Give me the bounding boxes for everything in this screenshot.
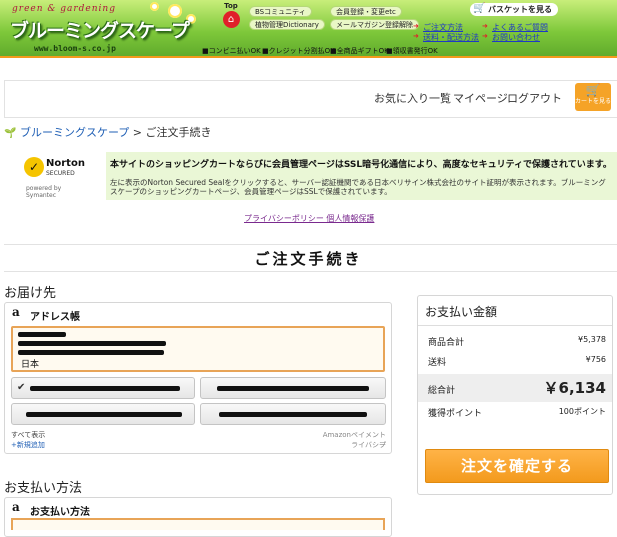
shipping-value: ¥756 — [585, 355, 606, 364]
home-icon: ⌂ — [222, 11, 240, 28]
breadcrumb-separator: > — [132, 126, 143, 139]
amazon-privacy-link[interactable]: ライバシー — [316, 440, 386, 450]
privacy-policy-link[interactable]: プライバシーポリシー 個人情報保護 — [244, 213, 374, 224]
cart-icon: 🛒 — [585, 83, 601, 97]
subtotal-value: ¥5,378 — [578, 335, 606, 344]
newsletter-link[interactable]: メールマガジン登録解除 — [330, 19, 419, 30]
norton-secured: SECURED — [46, 170, 75, 177]
address-option-4[interactable] — [200, 403, 386, 425]
address-book-title: アドレス帳 — [30, 312, 80, 323]
summary-title: お支払い金額 — [425, 305, 498, 319]
check-icon: ✔ — [17, 382, 26, 393]
points-label: 獲得ポイント — [428, 409, 483, 419]
redacted-text — [217, 386, 369, 391]
basket-label: バスケットを見る — [488, 5, 552, 14]
ssl-title: 本サイトのショッピングカートならびに会員管理ページはSSL暗号化通信により、高度… — [110, 160, 612, 170]
feature-item: ■コンビニ払いOK — [202, 47, 261, 55]
logo-tagline: green & gardening — [12, 4, 116, 14]
points-row: 獲得ポイント 100ポイント — [418, 401, 612, 423]
subtotal-label: 商品合計 — [428, 338, 465, 348]
redacted-text — [18, 350, 164, 355]
points-value: 100ポイント — [558, 407, 606, 416]
ssl-description: 左に表示のNorton Secured Sealをクリックすると、サーバー認証機… — [110, 178, 606, 196]
logout-link[interactable]: ログアウト — [507, 90, 562, 106]
view-basket-button[interactable]: 🛒 バスケットを見る — [470, 3, 558, 16]
mypage-link[interactable]: マイページ — [453, 90, 508, 106]
norton-seal[interactable]: ✓ Norton SECURED powered by Symantec — [24, 155, 88, 199]
add-new-address-link[interactable]: +新規追加 — [11, 440, 45, 450]
site-header: green & gardening ブルーミングスケープ www.bloom-s… — [0, 0, 617, 58]
cart-label: カートを見る — [575, 98, 612, 105]
amazon-logo-icon: a — [12, 305, 20, 319]
redacted-text — [26, 412, 182, 417]
address-option-1[interactable]: ✔ — [11, 377, 195, 399]
delivery-section-title: お届け先 — [4, 286, 57, 301]
top-label: Top — [224, 2, 238, 10]
breadcrumb: 🌱 ブルーミングスケープ > ご注文手続き — [4, 124, 212, 140]
total-row: 総合計 ￥6,134 — [418, 374, 612, 402]
payment-section-title: お支払い方法 — [4, 481, 83, 496]
feature-item: ■領収書発行OK — [386, 47, 438, 55]
redacted-text — [219, 412, 367, 417]
norton-by: powered by Symantec — [26, 185, 62, 199]
shipping-row: 送料 ¥756 — [418, 350, 612, 372]
sprout-icon: 🌱 — [4, 128, 17, 139]
address-country: 日本 — [21, 360, 40, 370]
total-value: ￥6,134 — [543, 379, 606, 397]
subtotal-row: 商品合計 ¥5,378 — [418, 330, 612, 352]
payment-method-selection[interactable] — [11, 518, 385, 530]
breadcrumb-home-link[interactable]: ブルーミングスケープ — [20, 126, 129, 139]
feature-item: ■全商品ギフトOK — [330, 47, 389, 55]
contact-link[interactable]: お問い合わせ — [482, 32, 540, 43]
bs-community-link[interactable]: BSコミュニティ — [249, 6, 312, 17]
page-title: ご注文手続き — [254, 250, 363, 268]
redacted-text — [30, 386, 180, 391]
summary-divider — [418, 325, 612, 326]
payment-widget-title: お支払い方法 — [30, 507, 90, 518]
selected-address[interactable] — [11, 326, 385, 372]
redacted-text — [18, 332, 66, 337]
favorites-link[interactable]: お気に入り一覧 — [374, 90, 451, 106]
header-divider — [0, 56, 617, 58]
plant-dictionary-link[interactable]: 植物管理Dictionary — [249, 19, 325, 30]
view-cart-button[interactable]: 🛒 カートを見る — [575, 83, 611, 111]
address-option-3[interactable] — [11, 403, 195, 425]
shipping-label: 送料 — [428, 358, 447, 368]
top-home-link[interactable]: Top ⌂ — [219, 2, 243, 28]
logo-title: ブルーミングスケープ — [10, 20, 190, 42]
shipping-link[interactable]: 送料・配送方法 — [413, 32, 479, 43]
confirm-order-button[interactable]: 注文を確定する — [425, 449, 609, 483]
redacted-text — [18, 341, 166, 346]
amazon-logo-icon: a — [12, 500, 20, 514]
basket-icon: 🛒 — [473, 3, 486, 14]
flower-icon — [150, 2, 159, 11]
member-register-link[interactable]: 会員登録・変更etc — [330, 6, 402, 17]
norton-name: Norton — [46, 158, 85, 169]
feature-item: ■クレジット分割払OK — [262, 47, 335, 55]
total-label: 総合計 — [428, 386, 456, 396]
breadcrumb-current: ご注文手続き — [145, 126, 212, 139]
address-option-2[interactable] — [200, 377, 386, 399]
show-all-link[interactable]: すべて表示 — [11, 430, 45, 440]
checkmark-icon: ✓ — [24, 157, 44, 177]
